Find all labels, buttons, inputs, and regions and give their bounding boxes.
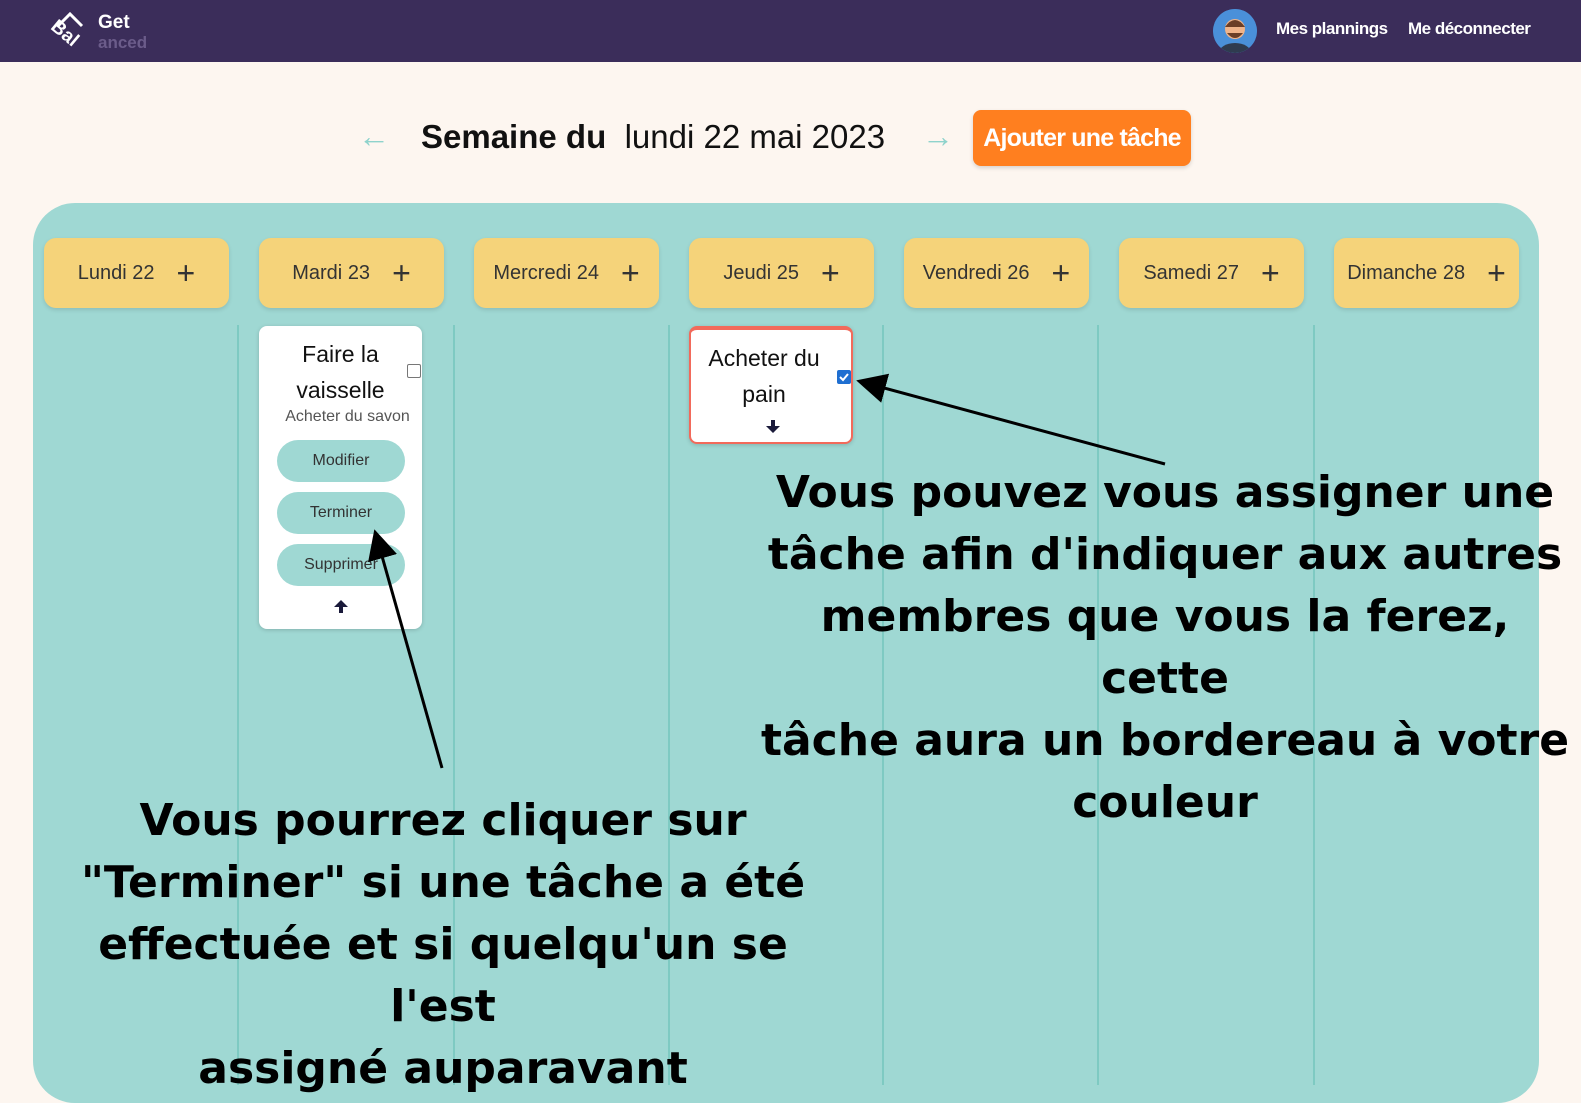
annotation-arrow-assign — [856, 373, 1166, 466]
annotation-arrow-finish — [368, 529, 444, 769]
annotation-arrows — [368, 373, 1166, 769]
